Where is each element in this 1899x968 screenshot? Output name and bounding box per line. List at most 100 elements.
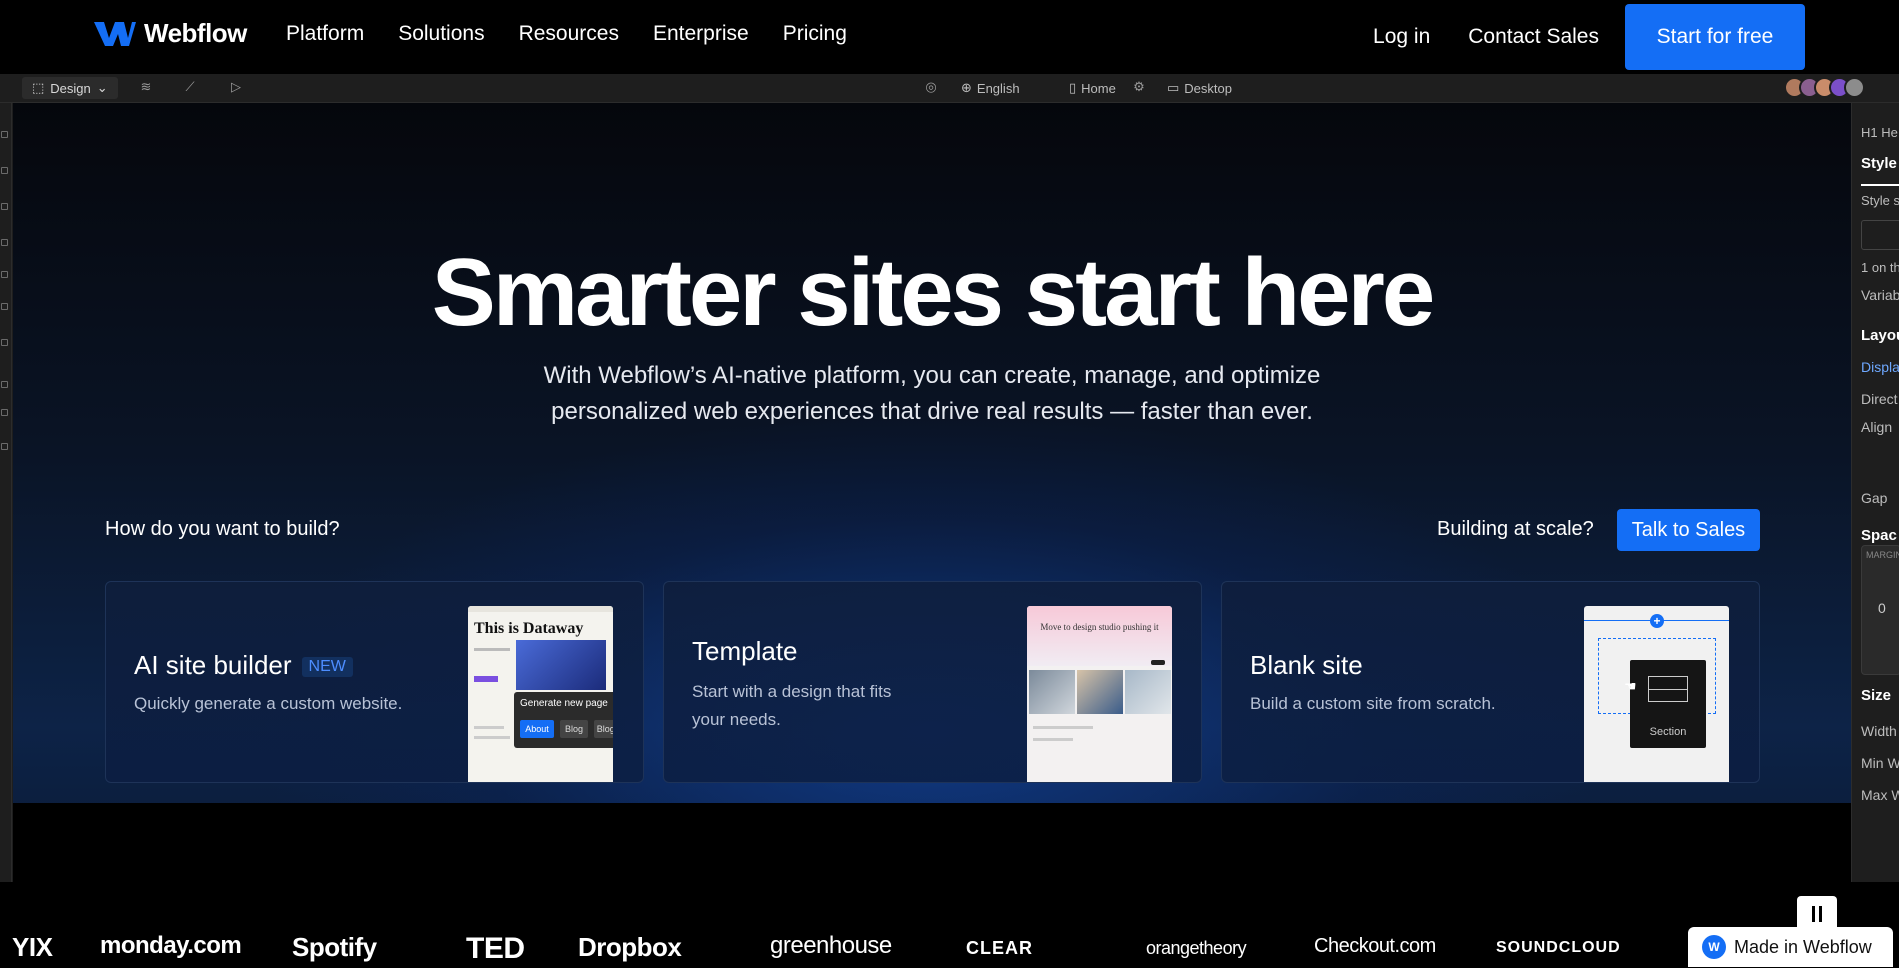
card-description: Build a custom site from scratch. [1250, 694, 1496, 713]
brand-name: Webflow [144, 18, 247, 48]
nav-link-solutions[interactable]: Solutions [398, 22, 484, 46]
preview-button [474, 676, 498, 682]
designer-left-toolbar [0, 103, 12, 882]
pause-icon [1819, 906, 1822, 922]
collaborator-avatars[interactable] [1784, 77, 1865, 98]
preview-image [516, 640, 606, 690]
variables-icon[interactable] [1, 271, 8, 278]
chevron-down-icon: ⌄ [96, 80, 108, 95]
variables-label[interactable]: Variab [1861, 287, 1899, 303]
card-description-line: Start with a design that fits [692, 682, 892, 701]
style-tab[interactable]: Style [1861, 155, 1897, 172]
page-icon: ▯ [1069, 80, 1077, 95]
template-preview: Move to design studio pushing it [1027, 606, 1172, 782]
navigator-icon[interactable] [1, 203, 8, 210]
canvas-footer-strip [13, 803, 1851, 882]
components-icon[interactable] [1, 239, 8, 246]
settings-icon[interactable] [1, 443, 8, 450]
about-pill: About [520, 720, 554, 738]
breakpoint-selector[interactable]: ▭ Desktop [1167, 80, 1232, 96]
webflow-logo-icon [94, 21, 136, 46]
canvas: Smarter sites start here With Webflow’s … [13, 103, 1851, 882]
help-icon[interactable] [1, 409, 8, 416]
design-mode-dropdown[interactable]: ⬚ Design ⌄ [22, 77, 118, 99]
avatar [1844, 77, 1865, 98]
pause-icon [1812, 906, 1815, 922]
new-badge: NEW [301, 657, 353, 677]
width-field[interactable]: Width [1861, 723, 1897, 739]
analytics-icon[interactable]: ⟋ [182, 79, 198, 95]
preview-gradient [1027, 606, 1172, 666]
made-in-webflow-badge[interactable]: W Made in Webflow [1688, 927, 1893, 967]
logo-ted: TED [466, 932, 525, 965]
direction-field[interactable]: Direct [1861, 391, 1898, 407]
pages-icon[interactable] [1, 167, 8, 174]
preview-text-line [474, 648, 510, 651]
element-count-label: 1 on th [1861, 260, 1899, 275]
add-section-icon: + [1650, 614, 1664, 628]
search-icon[interactable] [1, 381, 8, 388]
template-card[interactable]: Template Start with a design that fits y… [663, 581, 1202, 783]
hero-title: Smarter sites start here [431, 239, 1436, 346]
preview-tile [1125, 670, 1171, 714]
min-width-field[interactable]: Min W [1861, 755, 1899, 771]
hand-cursor-icon: ☚ [1624, 678, 1637, 694]
logo-monday: monday.com [100, 932, 242, 959]
locale-selector[interactable]: ⊕ English [961, 80, 1020, 96]
preview-button [1151, 660, 1165, 665]
gap-field[interactable]: Gap [1861, 490, 1887, 506]
logo-yix: YIX [12, 932, 53, 962]
page-settings-icon[interactable]: ⚙ [1131, 79, 1147, 95]
logo-clear: CLEAR [966, 938, 1033, 958]
login-link[interactable]: Log in [1373, 25, 1430, 49]
logo-greenhouse: greenhouse [770, 932, 892, 959]
section-label: Section [1649, 726, 1687, 738]
breakpoint-label: Desktop [1184, 80, 1232, 96]
logo-checkout: Checkout.com [1314, 935, 1436, 957]
start-for-free-button[interactable]: Start for free [1625, 4, 1805, 70]
assets-icon[interactable] [1, 303, 8, 310]
card-title: Blank site [1250, 650, 1363, 680]
display-field[interactable]: Displa [1861, 359, 1899, 375]
size-section-title[interactable]: Size [1861, 687, 1891, 704]
blog-pill: Blog [560, 720, 588, 738]
logo-spotify: Spotify [292, 932, 377, 962]
play-icon[interactable]: ▷ [228, 79, 244, 95]
cms-icon[interactable] [1, 339, 8, 346]
ai-assistant-icon[interactable]: ◎ [923, 79, 939, 95]
blank-site-card[interactable]: Blank site Build a custom site from scra… [1221, 581, 1760, 783]
nav-link-pricing[interactable]: Pricing [783, 22, 847, 46]
design-mode-label: Design [50, 80, 91, 96]
style-panel: H1 He Style Style s 1 on th Variab Layou… [1851, 103, 1899, 882]
add-panel-icon[interactable] [1, 131, 8, 138]
nav-link-platform[interactable]: Platform [286, 22, 364, 46]
preview-text-line [1033, 738, 1073, 741]
class-selector-button[interactable] [1861, 220, 1899, 250]
margin-value[interactable]: 0 [1878, 600, 1886, 616]
section-icon [1648, 676, 1688, 702]
layout-section-title[interactable]: Layou [1861, 327, 1899, 344]
database-icon[interactable]: ≋ [138, 79, 154, 95]
ai-site-builder-card[interactable]: AI site builder NEW Quickly generate a cu… [105, 581, 644, 783]
logo-soundcloud: SOUNDCLOUD [1496, 939, 1621, 956]
page-label: Home [1081, 80, 1116, 96]
nav-link-enterprise[interactable]: Enterprise [653, 22, 749, 46]
talk-to-sales-button[interactable]: Talk to Sales [1617, 509, 1760, 551]
popup-title: Generate new page [520, 698, 608, 709]
brand-logo[interactable]: Webflow [94, 18, 247, 49]
desktop-icon: ▭ [1167, 80, 1180, 95]
nav-links: Platform Solutions Resources Enterprise … [286, 22, 847, 46]
contact-sales-link[interactable]: Contact Sales [1468, 25, 1599, 49]
preview-text-line [474, 736, 510, 739]
hero-subtitle: With Webflow’s AI-native platform, you c… [432, 358, 1432, 430]
blank-site-preview: + Section ☚ [1584, 606, 1729, 782]
spacing-section-title[interactable]: Spac [1861, 527, 1897, 544]
spacing-box[interactable]: MARGIN 0 [1861, 545, 1899, 675]
nav-link-resources[interactable]: Resources [519, 22, 619, 46]
preview-topbar [468, 606, 613, 612]
page-selector[interactable]: ▯ Home [1069, 80, 1116, 96]
preview-tile [1077, 670, 1123, 714]
max-width-field[interactable]: Max W [1861, 787, 1899, 803]
logo-orangetheory: orangetheory [1146, 938, 1247, 958]
align-field[interactable]: Align [1861, 419, 1892, 435]
